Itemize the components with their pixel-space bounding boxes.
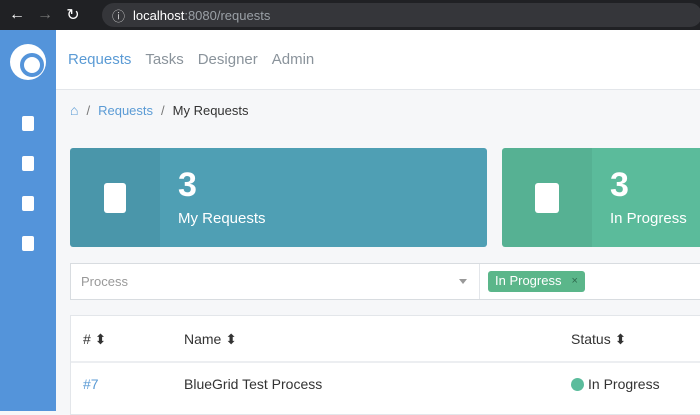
clipboard-list-icon: [502, 148, 592, 247]
card-my-requests[interactable]: 3 My Requests: [70, 148, 487, 247]
status-badge: In Progress: [571, 376, 660, 392]
column-header-status[interactable]: Status ⬍: [571, 331, 626, 348]
nav-designer[interactable]: Designer: [198, 51, 258, 68]
sidebar: [0, 30, 56, 411]
tag-label: In Progress: [495, 273, 562, 288]
breadcrumb-current: My Requests: [172, 102, 249, 118]
column-header-id[interactable]: # ⬍: [83, 331, 106, 348]
filter-bar: Process In Progress ×: [70, 263, 700, 300]
home-icon[interactable]: ⌂: [70, 102, 78, 118]
separator: /: [161, 102, 165, 118]
clipboard-check-icon[interactable]: [22, 196, 34, 211]
chevron-down-icon: [459, 279, 467, 288]
address-bar[interactable]: ⓘ localhost:8080/requests: [102, 3, 700, 27]
card-label: In Progress: [610, 210, 687, 227]
logo[interactable]: [10, 44, 46, 80]
id-badge-icon: [70, 148, 160, 247]
top-nav: Requests Tasks Designer Admin: [56, 30, 700, 90]
status-dot-icon: [571, 378, 584, 391]
forward-icon[interactable]: →: [34, 6, 56, 24]
request-name: BlueGrid Test Process: [184, 376, 323, 392]
clipboard-list-icon[interactable]: [22, 156, 34, 171]
card-count: 3: [610, 166, 629, 204]
url-host: localhost: [133, 7, 185, 23]
id-badge-icon[interactable]: [22, 116, 34, 131]
browser-toolbar: ← → ↻ ⓘ localhost:8080/requests: [0, 0, 700, 30]
reload-icon[interactable]: ↻: [62, 5, 84, 25]
status-filter-tag: In Progress ×: [488, 271, 585, 292]
breadcrumb: ⌂ / Requests / My Requests: [70, 102, 249, 118]
url-path: :8080/requests: [184, 7, 271, 23]
divider: [71, 361, 700, 363]
column-header-name[interactable]: Name ⬍: [184, 331, 237, 348]
request-id-link[interactable]: #7: [83, 376, 99, 392]
card-count: 3: [178, 166, 197, 204]
card-label: My Requests: [178, 210, 266, 227]
back-icon[interactable]: ←: [6, 6, 28, 24]
nav-tasks[interactable]: Tasks: [145, 51, 183, 68]
nav-requests[interactable]: Requests: [68, 51, 131, 68]
requests-table: # ⬍ Name ⬍ Status ⬍ #7 BlueGrid Test Pro…: [70, 315, 700, 415]
clipboard-icon[interactable]: [22, 236, 34, 251]
breadcrumb-requests[interactable]: Requests: [98, 103, 153, 118]
card-in-progress[interactable]: 3 In Progress: [502, 148, 700, 247]
close-icon[interactable]: ×: [571, 273, 577, 290]
info-icon: ⓘ: [112, 8, 126, 24]
separator: /: [86, 102, 91, 118]
process-placeholder: Process: [81, 274, 128, 289]
nav-admin[interactable]: Admin: [272, 51, 315, 68]
process-select[interactable]: Process: [71, 264, 480, 299]
